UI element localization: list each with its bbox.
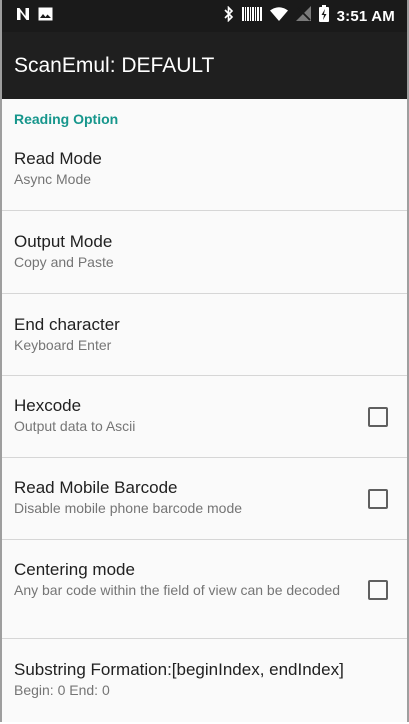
battery-charging-icon	[318, 5, 329, 27]
screen: 3:51 AM ScanEmul: DEFAULT Reading Option…	[0, 0, 409, 722]
pref-summary: Output data to Ascii	[14, 418, 136, 434]
status-time: 3:51 AM	[336, 7, 395, 25]
notification-n-icon	[16, 7, 30, 26]
pref-summary: Any bar code within the field of view ca…	[14, 582, 341, 598]
app-title: ScanEmul: DEFAULT	[14, 53, 215, 77]
app-bar: ScanEmul: DEFAULT	[2, 32, 407, 99]
pref-centering-mode[interactable]: Centering mode Any bar code within the f…	[2, 540, 407, 639]
pref-read-mode[interactable]: Read Mode Async Mode	[2, 128, 407, 211]
pref-substring-formation[interactable]: Substring Formation:[beginIndex, endInde…	[2, 639, 407, 724]
pref-title: Centering mode	[14, 560, 135, 579]
pref-title: Read Mobile Barcode	[14, 478, 178, 497]
pref-title: Substring Formation:[beginIndex, endInde…	[14, 660, 344, 679]
pref-output-mode[interactable]: Output Mode Copy and Paste	[2, 211, 407, 294]
wifi-icon	[269, 6, 288, 26]
pref-summary: Begin: 0 End: 0	[14, 682, 110, 698]
pref-summary: Async Mode	[14, 171, 92, 187]
no-sim-icon	[295, 6, 311, 26]
pref-hexcode[interactable]: Hexcode Output data to Ascii	[2, 376, 407, 458]
bluetooth-icon	[224, 5, 234, 27]
barcode-icon	[241, 6, 262, 26]
pref-summary: Disable mobile phone barcode mode	[14, 500, 243, 516]
pref-end-character[interactable]: End character Keyboard Enter	[2, 294, 407, 376]
read-mobile-barcode-checkbox[interactable]	[368, 489, 388, 509]
pref-title: Hexcode	[14, 396, 82, 415]
pref-summary: Copy and Paste	[14, 254, 114, 270]
centering-mode-checkbox[interactable]	[368, 580, 388, 600]
pref-title: Output Mode	[14, 232, 113, 251]
pref-read-mobile-barcode[interactable]: Read Mobile Barcode Disable mobile phone…	[2, 458, 407, 540]
category-header: Reading Option	[14, 111, 119, 127]
pref-summary: Keyboard Enter	[14, 337, 112, 353]
pref-title: End character	[14, 315, 120, 334]
image-icon	[38, 7, 53, 26]
settings-list: Reading Option Read Mode Async Mode Outp…	[2, 99, 407, 724]
status-bar: 3:51 AM	[2, 0, 407, 32]
hexcode-checkbox[interactable]	[368, 407, 388, 427]
pref-title: Read Mode	[14, 149, 102, 168]
